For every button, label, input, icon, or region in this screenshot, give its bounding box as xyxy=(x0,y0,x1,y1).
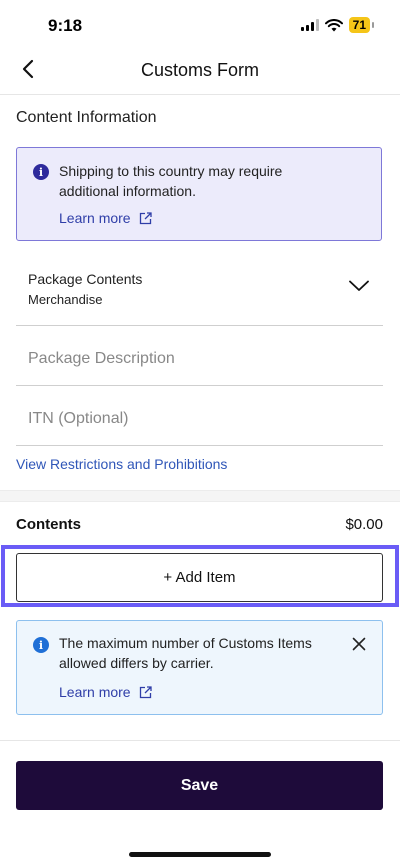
save-button[interactable]: Save xyxy=(16,761,383,810)
close-icon[interactable] xyxy=(352,637,366,651)
info-icon: i xyxy=(33,637,49,653)
battery-icon: 71 xyxy=(348,17,370,33)
footer-divider xyxy=(0,740,400,741)
home-indicator xyxy=(129,852,271,857)
contents-total: $0.00 xyxy=(345,516,383,533)
learn-more-link[interactable]: Learn more xyxy=(59,684,152,700)
package-contents-select[interactable]: Package Contents Merchandise xyxy=(16,256,383,326)
itn-input[interactable]: ITN (Optional) xyxy=(16,386,383,446)
add-item-button[interactable]: + Add Item xyxy=(16,553,383,602)
contents-label: Contents xyxy=(16,516,81,533)
battery-tip xyxy=(372,22,374,28)
chevron-down-icon[interactable] xyxy=(349,280,369,292)
country-info-notice: i Shipping to this country may require a… xyxy=(16,147,382,241)
package-description-placeholder[interactable]: Package Description xyxy=(28,350,175,368)
header-bar: Customs Form xyxy=(0,40,400,95)
package-contents-label: Package Contents xyxy=(28,271,143,287)
learn-more-label[interactable]: Learn more xyxy=(59,210,131,226)
customs-items-notice: i The maximum number of Customs Items al… xyxy=(16,620,383,715)
wifi-icon xyxy=(324,18,343,31)
itn-placeholder[interactable]: ITN (Optional) xyxy=(28,410,128,428)
info-icon: i xyxy=(33,164,49,180)
package-description-input[interactable]: Package Description xyxy=(16,326,383,386)
package-contents-field: Package Contents Merchandise xyxy=(28,271,142,307)
page-title: Customs Form xyxy=(140,60,259,80)
external-link-icon xyxy=(139,211,152,224)
content-information-title: Content Information xyxy=(16,109,157,126)
status-time: 9:18 xyxy=(48,16,83,35)
package-contents-value: Merchandise xyxy=(28,292,103,307)
restrictions-link[interactable]: View Restrictions and Prohibitions xyxy=(16,456,227,472)
cellular-signal-icon xyxy=(300,19,319,31)
status-icons: 71 xyxy=(300,17,374,33)
section-divider xyxy=(0,490,400,502)
learn-more-label[interactable]: Learn more xyxy=(59,684,131,700)
notice-text: Shipping to this country may require add… xyxy=(59,163,283,199)
external-link-icon xyxy=(139,685,152,698)
learn-more-link[interactable]: Learn more xyxy=(59,210,152,226)
notice-text: The maximum number of Customs Items allo… xyxy=(59,635,312,671)
